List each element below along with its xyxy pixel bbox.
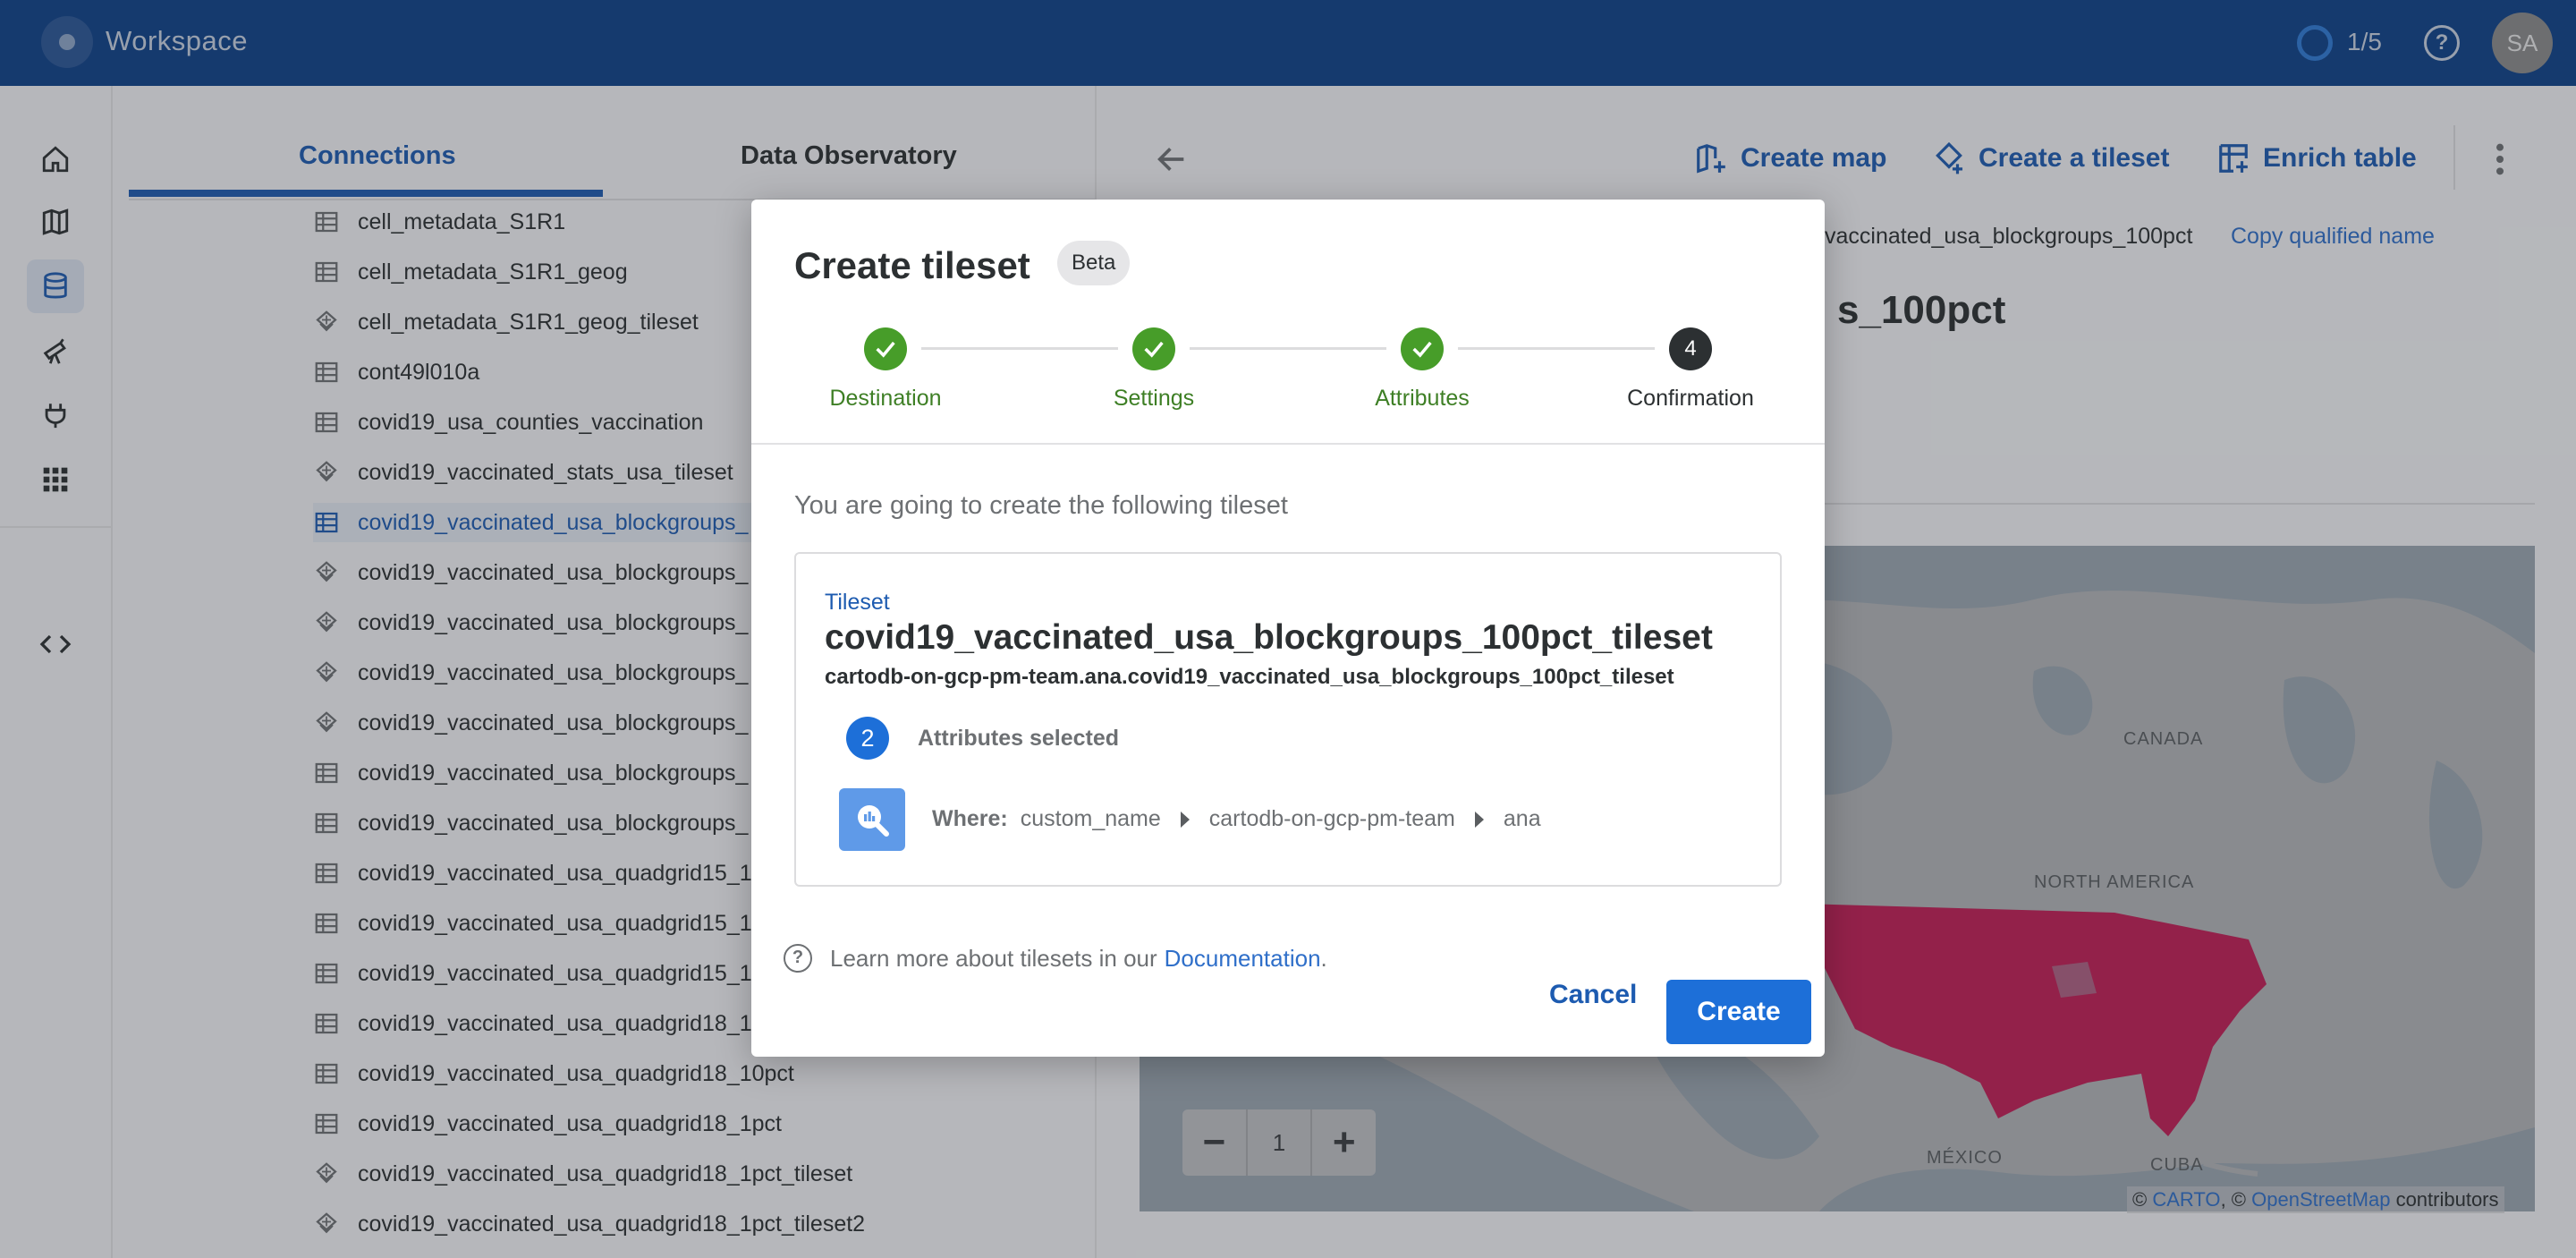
step-attributes-check-icon [1401, 327, 1444, 370]
cancel-button[interactable]: Cancel [1549, 980, 1637, 1010]
path-segment-project: cartodb-on-gcp-pm-team [1208, 806, 1455, 831]
stepper-connector [1458, 347, 1655, 350]
attributes-count-badge: 2 [846, 717, 889, 760]
path-segment-connection: custom_name [1020, 806, 1161, 831]
bigquery-icon [839, 788, 905, 851]
create-button[interactable]: Create [1666, 980, 1811, 1044]
learn-more-text: Learn more about tilesets in our [830, 944, 1157, 972]
documentation-link[interactable]: Documentation [1165, 945, 1321, 973]
card-kind-label: Tileset [825, 590, 890, 615]
step-destination-check-icon [864, 327, 907, 370]
learn-more-end: . [1320, 944, 1327, 972]
dialog-divider [751, 443, 1825, 445]
confirmation-intro: You are going to create the following ti… [794, 491, 1288, 520]
beta-badge: Beta [1057, 241, 1131, 285]
step-label-confirmation: Confirmation [1627, 386, 1754, 411]
tileset-name: covid19_vaccinated_usa_blockgroups_100pc… [825, 618, 1713, 657]
path-chevron-icon [1180, 811, 1190, 828]
step-settings-check-icon [1132, 327, 1175, 370]
stepper-connector [921, 347, 1118, 350]
path-segment-dataset: ana [1503, 806, 1541, 831]
step-label-destination: Destination [829, 386, 942, 411]
step-confirmation-number: 4 [1669, 327, 1712, 370]
help-circle-icon: ? [784, 944, 812, 973]
step-label-attributes: Attributes [1375, 386, 1470, 411]
attributes-selected-label: Attributes selected [918, 726, 1120, 751]
path-chevron-icon [1474, 811, 1484, 828]
tileset-qualified-name: cartodb-on-gcp-pm-team.ana.covid19_vacci… [825, 665, 1674, 689]
step-label-settings: Settings [1113, 386, 1195, 411]
dialog-title: Create tileset [794, 244, 1030, 286]
create-tileset-dialog: Create tileset Beta 4 Destination Settin… [751, 200, 1825, 1057]
stepper-connector [1190, 347, 1386, 350]
destination-path: Where: custom_name cartodb-on-gcp-pm-tea… [932, 806, 1541, 832]
where-label: Where: [932, 806, 1008, 831]
learn-more-row: ? Learn more about tilesets in our Docum… [784, 944, 1327, 973]
tileset-summary-card: Tileset covid19_vaccinated_usa_blockgrou… [794, 552, 1782, 887]
